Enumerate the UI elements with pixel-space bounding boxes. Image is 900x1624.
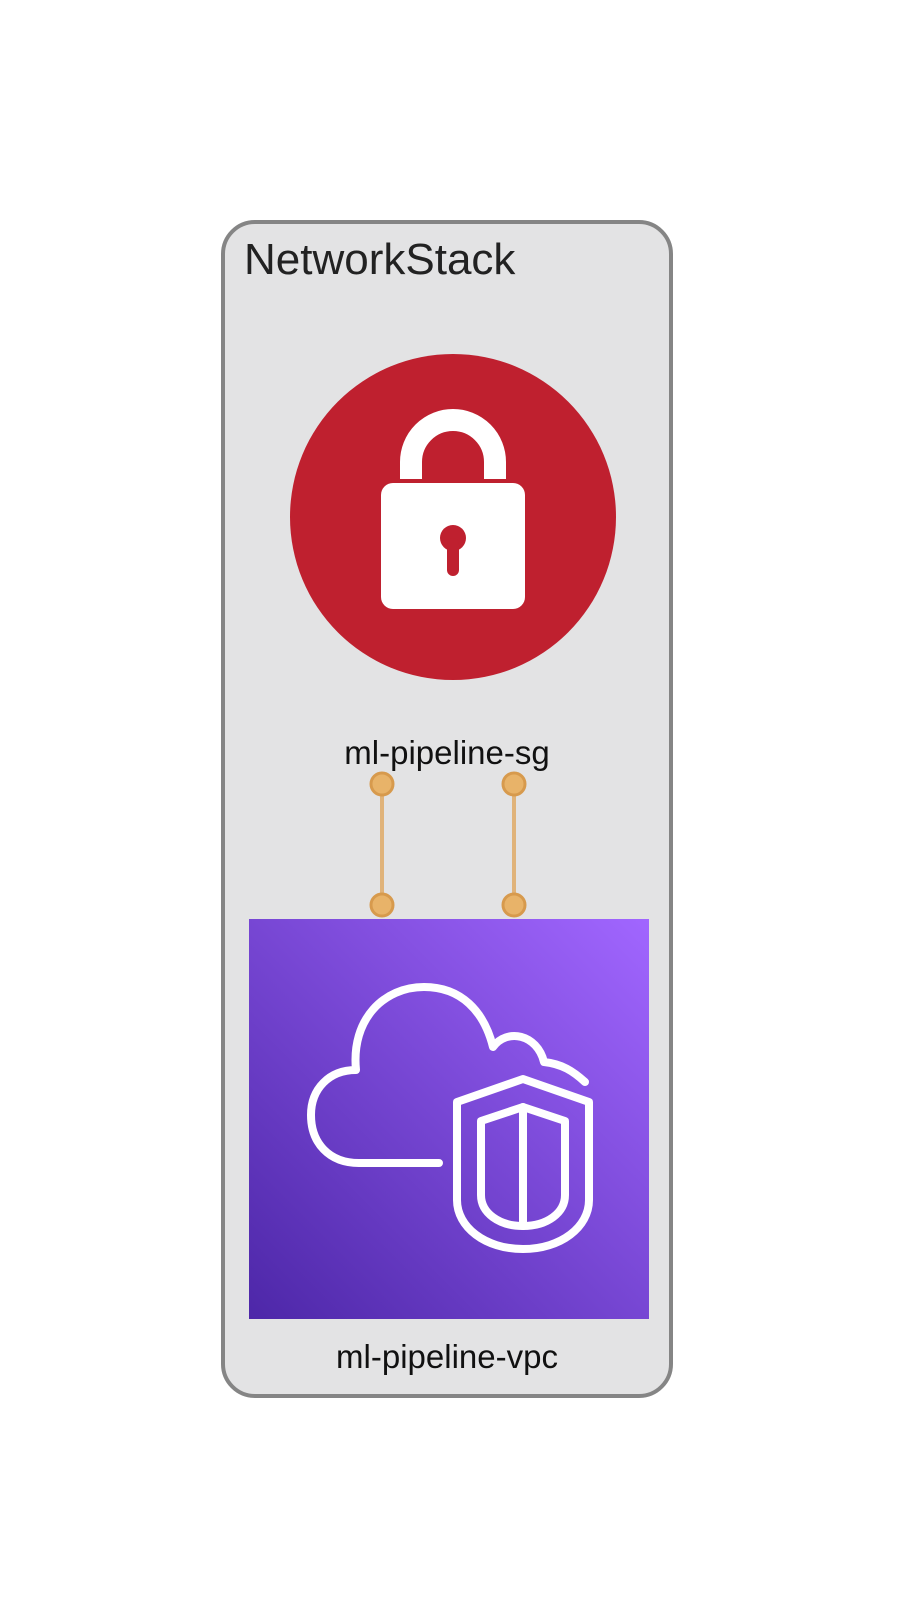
cloud-shield-icon[interactable]	[249, 919, 649, 1319]
vpc-label: ml-pipeline-vpc	[336, 1338, 558, 1375]
edge-connector	[501, 771, 527, 918]
connectors	[369, 771, 527, 918]
edge-connector	[369, 771, 395, 918]
